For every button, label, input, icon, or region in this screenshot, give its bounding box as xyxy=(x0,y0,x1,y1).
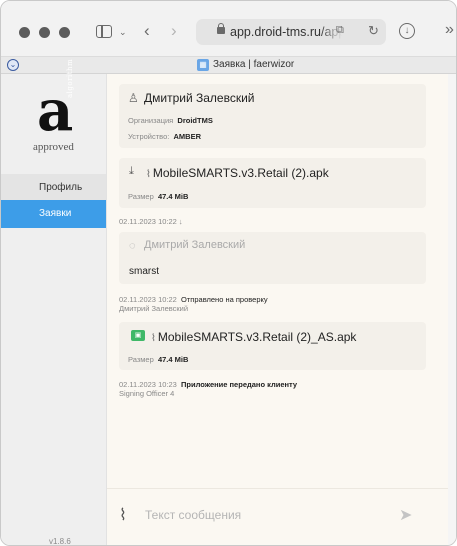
forward-arrow-icon[interactable]: › xyxy=(171,21,177,41)
lock-icon xyxy=(217,23,225,34)
file-size-label: Размер xyxy=(128,192,154,201)
zoom-window-button[interactable] xyxy=(59,27,70,38)
file-name-text[interactable]: MobileSMARTS.v3.Retail (2)_AS.apk xyxy=(158,330,357,344)
organization-label: Организация xyxy=(128,116,174,125)
organization-value: DroidTMS xyxy=(177,116,213,125)
event-author: Дмитрий Залевский xyxy=(119,304,189,313)
file-size-value: 47.4 MiB xyxy=(157,355,189,364)
main-content: ♙ Дмитрий Залевский Организация DroidTMS… xyxy=(107,74,456,545)
device-value: AMBER xyxy=(173,132,202,141)
person-icon: ♙ xyxy=(128,91,139,105)
file-card-signed[interactable]: ▣ ⌇ MobileSMARTS.v3.Retail (2)_AS.apk Раз… xyxy=(119,322,426,370)
paperclip-icon: ⌇ xyxy=(146,169,151,180)
left-sidebar: a algorithm approved Профиль Заявки v1.8… xyxy=(1,59,107,546)
event-timestamp: 02.11.2023 10:23 xyxy=(119,380,177,389)
device-line: Устройство: AMBER xyxy=(128,132,201,141)
organization-line: Организация DroidTMS xyxy=(128,116,213,125)
logo-subtitle: approved xyxy=(33,141,74,153)
sidebar-item-requests[interactable]: Заявки xyxy=(1,200,106,228)
user-card: ♙ Дмитрий Залевский Организация DroidTMS… xyxy=(119,84,426,148)
file-name-text[interactable]: MobileSMARTS.v3.Retail (2).apk xyxy=(153,166,329,180)
url-text[interactable]: app.droid-tms.ru/approv xyxy=(230,25,342,39)
file-size-label: Размер xyxy=(128,355,154,364)
chat-bubble-icon: ◌ xyxy=(129,240,136,252)
comment-card: ◌ Дмитрий Залевский smarst xyxy=(119,232,426,284)
event-delivered-to-client: 02.11.2023 10:23 Приложение передано кли… xyxy=(119,380,297,398)
file-size-line: Размер 47.4 MiB xyxy=(128,192,188,201)
sidebar-toggle-icon[interactable] xyxy=(96,25,112,38)
file-card-original[interactable]: ⤓ ⌇ MobileSMARTS.v3.Retail (2).apk Размер… xyxy=(119,158,426,208)
signed-file-icon: ▣ xyxy=(131,330,145,341)
scrollbar[interactable] xyxy=(448,74,456,545)
chevron-down-icon[interactable]: ⌄ xyxy=(119,22,127,42)
event-author: Signing Officer 4 xyxy=(119,389,175,398)
paperclip-icon: ⌇ xyxy=(151,333,156,344)
comment-author: Дмитрий Залевский xyxy=(144,239,246,251)
logo-vertical-text: algorithm xyxy=(66,58,74,98)
extension-icon[interactable]: ⌄ xyxy=(7,59,19,71)
minimize-window-button[interactable] xyxy=(39,27,50,38)
close-window-button[interactable] xyxy=(19,27,30,38)
user-name: Дмитрий Залевский xyxy=(144,91,255,105)
event-sent-for-review: 02.11.2023 10:22 Отправлено на проверку … xyxy=(119,295,268,313)
event-timestamp: 02.11.2023 10:22 xyxy=(119,295,177,304)
file-size-value: 47.4 MiB xyxy=(157,192,189,201)
download-icon[interactable]: ⤓ xyxy=(129,165,134,178)
message-input[interactable] xyxy=(145,503,385,527)
attach-paperclip-icon[interactable]: ⌇ xyxy=(119,505,133,529)
comment-text: smarst xyxy=(129,266,159,277)
browser-window: ⌄ ‹ › app.droid-tms.ru/approv ⧉ ↻ ↓ » ⌄ … xyxy=(0,0,457,546)
message-composer: ⌇ ➤ xyxy=(107,488,448,544)
title-bar: ⌄ ‹ › app.droid-tms.ru/approv ⧉ ↻ ↓ » xyxy=(1,1,456,57)
sidebar-item-profile[interactable]: Профиль xyxy=(1,174,106,202)
address-bar[interactable]: app.droid-tms.ru/approv ⧉ ↻ xyxy=(196,19,386,45)
event-timestamp: 02.11.2023 10:22 ↓ xyxy=(119,217,183,226)
back-arrow-icon[interactable]: ‹ xyxy=(144,21,150,41)
device-label: Устройство: xyxy=(128,132,170,141)
event-action: Отправлено на проверку xyxy=(181,295,268,304)
translate-icon[interactable]: ⧉ xyxy=(336,24,344,37)
more-tabs-icon[interactable]: » xyxy=(445,21,454,39)
reload-icon[interactable]: ↻ xyxy=(368,23,379,39)
tab-title[interactable]: Заявка | faerwizor xyxy=(213,59,294,70)
send-icon[interactable]: ➤ xyxy=(399,505,412,525)
event-action: Приложение передано клиенту xyxy=(181,380,298,389)
tab-favicon-icon: ▦ xyxy=(197,59,209,71)
file-name[interactable]: ⌇ MobileSMARTS.v3.Retail (2).apk xyxy=(146,166,329,180)
download-icon[interactable]: ↓ xyxy=(399,23,415,39)
version-label: v1.8.6 xyxy=(49,537,71,546)
file-name[interactable]: ⌇ MobileSMARTS.v3.Retail (2)_AS.apk xyxy=(151,330,356,344)
file-size-line: Размер 47.4 MiB xyxy=(128,355,188,364)
